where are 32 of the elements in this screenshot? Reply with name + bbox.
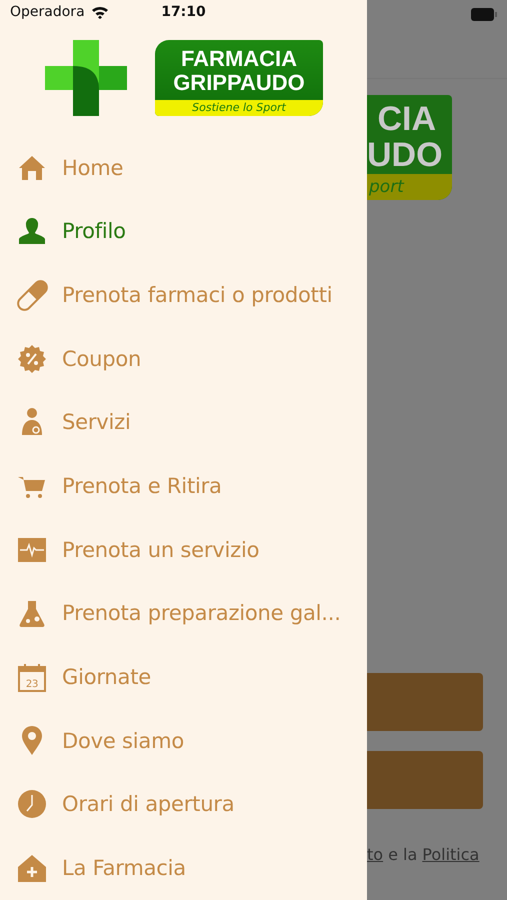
menu-item[interactable]: Dove siamo: [16, 708, 367, 773]
pharmacy-icon: [16, 852, 48, 884]
carrier-name: Operadora: [10, 4, 85, 20]
clock-icon: [16, 788, 48, 820]
status-time: 17:10: [161, 4, 206, 20]
menu-item[interactable]: Coupon: [16, 326, 367, 390]
menu-item[interactable]: Prenota farmaci o prodotti: [16, 263, 367, 327]
action-button[interactable]: [367, 673, 483, 731]
menu-item[interactable]: Prenota e Ritira: [16, 454, 367, 518]
menu-item[interactable]: Prenota preparazione gal...: [16, 582, 367, 646]
footer-text: e la: [388, 845, 418, 864]
logo-title: UDO: [367, 136, 444, 172]
menu-item[interactable]: Home: [16, 136, 367, 200]
menu-item[interactable]: Prenota un servizio: [16, 518, 367, 582]
logo-title: GRIPPAUDO: [172, 71, 306, 96]
menu-item[interactable]: La Farmacia: [16, 836, 367, 900]
action-button[interactable]: [367, 751, 483, 809]
coupon-icon: [16, 342, 48, 375]
logo-title: FARMACIA: [180, 47, 298, 72]
wifi-icon: [90, 4, 109, 19]
footer-link[interactable]: to: [367, 845, 384, 864]
cross-logo-icon: [45, 40, 127, 116]
battery-icon: [471, 8, 497, 20]
menu-item[interactable]: Orari di apertura: [16, 772, 367, 836]
logo-tagline: port: [367, 174, 452, 200]
menu-item[interactable]: Servizi: [16, 390, 367, 454]
menu-item[interactable]: Profilo: [16, 199, 367, 264]
footer-link[interactable]: Politica: [422, 845, 480, 864]
menu-item[interactable]: 23 Giornate: [16, 645, 367, 709]
pill-icon: [16, 278, 48, 311]
logo-tagline: Sostiene lo Sport: [155, 100, 323, 116]
logo-title: CIA: [376, 100, 437, 136]
